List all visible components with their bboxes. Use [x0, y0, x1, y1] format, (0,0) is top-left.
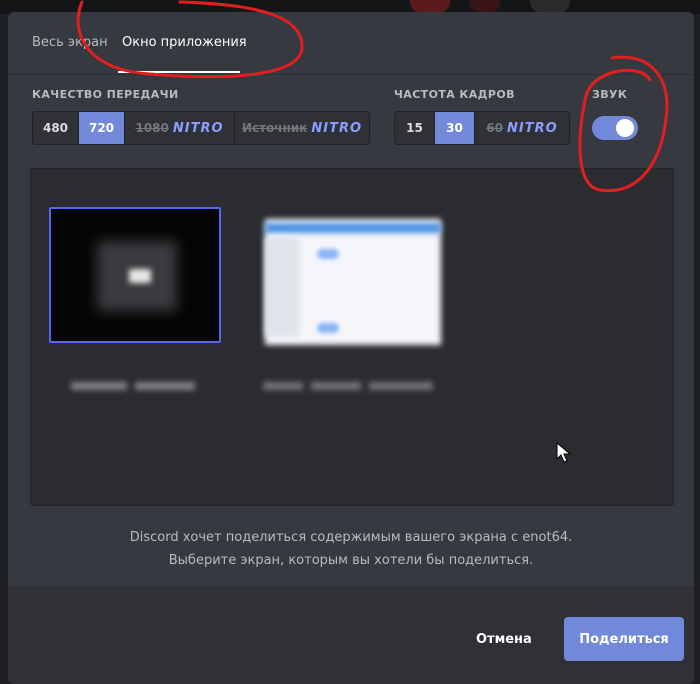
- framerate-option-60[interactable]: 60 NITRO: [475, 112, 569, 144]
- quality-1080-text: 1080: [135, 121, 169, 135]
- tab-application-window[interactable]: Окно приложения: [122, 35, 247, 50]
- framerate-option-30[interactable]: 30: [435, 112, 475, 144]
- modal-footer: Отмена Поделиться: [8, 586, 694, 684]
- sound-label: ЗВУК: [592, 88, 628, 101]
- window-thumbnail-selected[interactable]: [49, 207, 221, 343]
- window-preview-grid: [30, 168, 674, 506]
- thumbnail-content: [265, 223, 441, 233]
- quality-option-1080[interactable]: 1080 NITRO: [125, 112, 235, 144]
- background-avatar: [470, 0, 500, 12]
- screen-share-modal: Весь экран Окно приложения КАЧЕСТВО ПЕРЕ…: [8, 12, 694, 684]
- share-instruction-text: Выберите экран, которым вы хотели бы под…: [168, 553, 534, 568]
- thumbnail-content: [317, 323, 339, 333]
- nitro-badge: NITRO: [172, 120, 224, 136]
- window-thumbnail[interactable]: [265, 219, 441, 345]
- quality-label: КАЧЕСТВО ПЕРЕДАЧИ: [32, 88, 179, 101]
- blurred-window-title: [263, 382, 433, 390]
- nitro-badge: NITRO: [507, 120, 558, 136]
- source-tabs: Весь экран Окно приложения: [8, 12, 694, 75]
- framerate-selector: 15 30 60 NITRO: [394, 111, 570, 145]
- quality-option-720[interactable]: 720: [79, 112, 125, 144]
- thumbnail-content: [129, 269, 151, 283]
- sound-toggle[interactable]: [592, 116, 638, 140]
- background-avatar: [530, 0, 570, 12]
- thumbnail-content: [265, 237, 299, 337]
- quality-source-text: Источник: [241, 121, 308, 135]
- quality-selector: 480 720 1080 NITRO Источник NITRO: [32, 111, 370, 145]
- framerate-60-text: 60: [486, 121, 504, 135]
- nitro-badge: NITRO: [311, 120, 363, 136]
- active-tab-indicator: [118, 71, 240, 73]
- quality-option-source[interactable]: Источник NITRO: [235, 112, 369, 144]
- mouse-cursor-icon: [556, 442, 572, 463]
- share-button[interactable]: Поделиться: [564, 617, 684, 661]
- framerate-label: ЧАСТОТА КАДРОВ: [394, 88, 515, 101]
- framerate-option-15[interactable]: 15: [395, 112, 435, 144]
- blurred-window-title: [71, 382, 195, 390]
- tab-entire-screen[interactable]: Весь экран: [32, 35, 108, 50]
- quality-option-480[interactable]: 480: [33, 112, 79, 144]
- cancel-button[interactable]: Отмена: [476, 632, 532, 647]
- toggle-knob: [616, 119, 634, 137]
- share-info-text: Discord хочет поделиться содержимым ваше…: [129, 530, 573, 545]
- background-avatar: [410, 0, 450, 12]
- thumbnail-content: [317, 249, 339, 259]
